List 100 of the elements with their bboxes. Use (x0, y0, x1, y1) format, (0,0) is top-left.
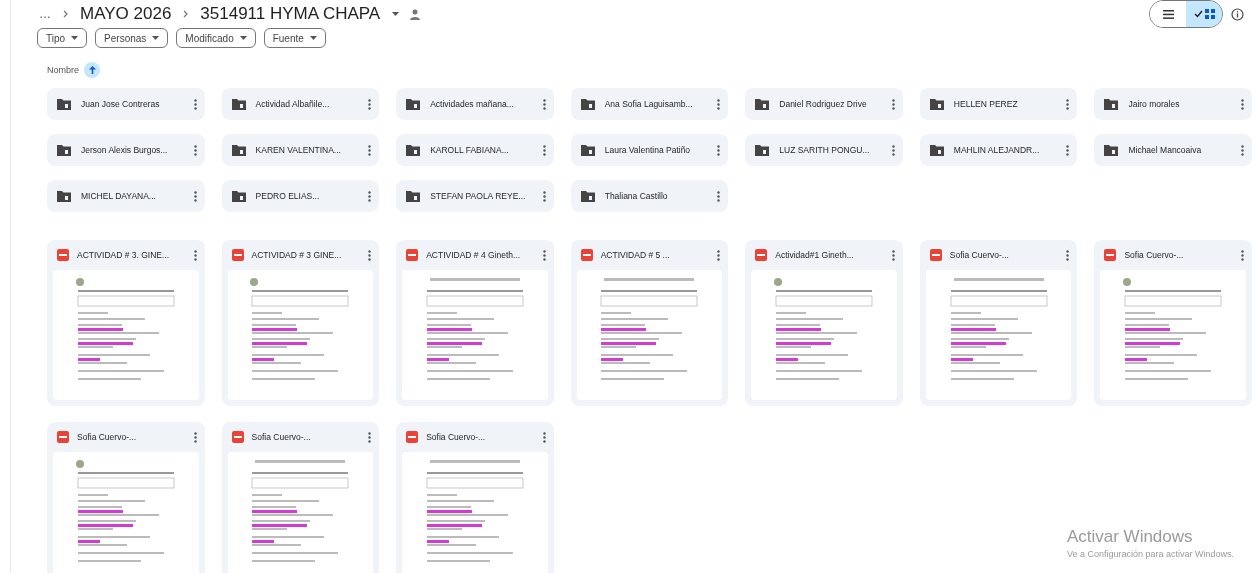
folder-card[interactable]: HELLEN PEREZ (919, 88, 1078, 120)
file-card[interactable]: Actividad#1 Gineth... (745, 240, 903, 406)
more-icon (1066, 144, 1070, 156)
more-options-button[interactable] (889, 249, 897, 261)
more-icon (717, 249, 721, 261)
shared-folder-icon (580, 144, 595, 156)
more-options-button[interactable] (1239, 98, 1246, 110)
more-options-button[interactable] (889, 144, 897, 156)
folder-name: Ana Sofia Laguisamb... (604, 99, 694, 109)
folder-card[interactable]: KAROLL FABIANA... (396, 134, 554, 166)
filter-chip[interactable]: Personas (95, 28, 169, 48)
more-options-button[interactable] (889, 98, 897, 110)
more-options-button[interactable] (1239, 249, 1246, 261)
grid-view-button[interactable] (1186, 1, 1222, 27)
folder-card[interactable]: Daniel Rodriguez Drive (745, 88, 903, 120)
more-options-button[interactable] (191, 98, 199, 110)
file-card[interactable]: ACTIVIDAD # 5 ... (570, 240, 729, 406)
shared-folder-icon (406, 190, 421, 202)
folder-card[interactable]: MICHEL DAYANA... (47, 180, 205, 212)
file-card[interactable]: Sofia Cuervo-... (396, 422, 554, 573)
file-card[interactable]: ACTIVIDAD # 4 Gineth... (396, 240, 554, 406)
folder-name: Michael Mancoaiva (1128, 145, 1203, 155)
shared-folder-icon (755, 98, 770, 110)
more-options-button[interactable] (540, 98, 548, 110)
more-icon (542, 249, 546, 261)
breadcrumb-item[interactable]: MAYO 2026 (78, 2, 174, 26)
folder-card[interactable]: Ana Sofia Laguisamb... (570, 88, 729, 120)
folder-card[interactable]: LUZ SARITH PONGU... (745, 134, 903, 166)
caret-icon (239, 36, 247, 40)
more-icon (717, 144, 721, 156)
chevron-right-icon (183, 10, 189, 18)
more-options-button[interactable] (191, 249, 199, 261)
folder-name: Jerson Alexis Burgos... (81, 145, 169, 155)
folder-card[interactable]: KAREN VALENTINA... (221, 134, 380, 166)
folder-name: Jairo morales (1128, 99, 1181, 109)
more-options-button[interactable] (715, 190, 723, 202)
folder-card[interactable]: Juan Jose Contreras (47, 88, 205, 120)
file-card[interactable]: Sofia Cuervo-... (221, 422, 380, 573)
file-card[interactable]: Sofia Cuervo-... (919, 240, 1078, 406)
folder-card[interactable]: Thaliana Castillo (570, 180, 729, 212)
caret-icon (309, 36, 317, 40)
more-options-button[interactable] (1064, 144, 1072, 156)
more-options-button[interactable] (540, 144, 548, 156)
sort-direction-button[interactable] (84, 62, 100, 78)
more-options-button[interactable] (366, 190, 374, 202)
breadcrumb-item[interactable]: 3514911 HYMA CHAPA (198, 2, 383, 26)
more-options-button[interactable] (191, 190, 199, 202)
file-card[interactable]: Sofia Cuervo-... (1094, 240, 1252, 406)
folder-name: Actividad Albañile... (255, 99, 331, 109)
shared-folder-icon (231, 190, 246, 202)
more-icon (542, 190, 546, 202)
folder-card[interactable]: Actividad Albañile... (221, 88, 380, 120)
more-options-button[interactable] (366, 144, 374, 156)
filter-chip[interactable]: Tipo (37, 28, 88, 48)
file-name: Actividad#1 Gineth... (775, 250, 855, 260)
more-options-button[interactable] (540, 190, 548, 202)
more-icon (1066, 98, 1070, 110)
more-options-button[interactable] (715, 249, 723, 261)
folder-card[interactable]: PEDRO ELIAS... (221, 180, 380, 212)
folder-name: HELLEN PEREZ (953, 99, 1019, 109)
more-options-button[interactable] (715, 144, 723, 156)
folder-name: STEFAN PAOLA REYE... (430, 191, 527, 201)
more-options-button[interactable] (1239, 144, 1246, 156)
file-card[interactable]: ACTIVIDAD # 3 GINE... (221, 240, 380, 406)
filter-chip[interactable]: Modificado (176, 28, 256, 48)
shared-folder-icon (755, 144, 770, 156)
shared-folder-icon (406, 98, 421, 110)
more-icon (1241, 249, 1244, 261)
more-options-button[interactable] (715, 98, 723, 110)
folder-card[interactable]: Jairo morales (1094, 88, 1252, 120)
more-options-button[interactable] (1064, 249, 1072, 261)
folder-card[interactable]: Laura Valentina Patiño (570, 134, 729, 166)
folder-card[interactable]: Actividades mañana... (396, 88, 554, 120)
info-icon[interactable] (1231, 7, 1244, 21)
folder-card[interactable]: MAHLIN ALEJANDR... (919, 134, 1078, 166)
folder-name: MICHEL DAYANA... (81, 191, 157, 201)
file-name: ACTIVIDAD # 3 GINE... (251, 250, 343, 260)
more-options-button[interactable] (191, 431, 199, 443)
pdf-icon (755, 249, 768, 261)
folder-card[interactable]: Michael Mancoaiva (1094, 134, 1252, 166)
filter-chip[interactable]: Fuente (263, 28, 326, 48)
more-path-button[interactable]: … (37, 5, 53, 23)
more-icon (1241, 98, 1244, 110)
file-card[interactable]: Sofia Cuervo-... (47, 422, 205, 573)
more-options-button[interactable] (366, 431, 374, 443)
more-options-button[interactable] (540, 431, 548, 443)
folder-name: LUZ SARITH PONGU... (779, 145, 871, 155)
file-card[interactable]: ACTIVIDAD # 3. GINE... (47, 240, 205, 406)
arrow-up-icon (88, 66, 96, 74)
folder-name: PEDRO ELIAS... (255, 191, 321, 201)
more-icon (891, 144, 895, 156)
more-options-button[interactable] (540, 249, 548, 261)
folder-card[interactable]: STEFAN PAOLA REYE... (396, 180, 554, 212)
more-options-button[interactable] (366, 98, 374, 110)
folder-card[interactable]: Jerson Alexis Burgos... (47, 134, 205, 166)
more-icon (193, 249, 197, 261)
people-icon (409, 8, 422, 20)
more-options-button[interactable] (191, 144, 199, 156)
more-options-button[interactable] (1064, 98, 1072, 110)
more-options-button[interactable] (366, 249, 374, 261)
